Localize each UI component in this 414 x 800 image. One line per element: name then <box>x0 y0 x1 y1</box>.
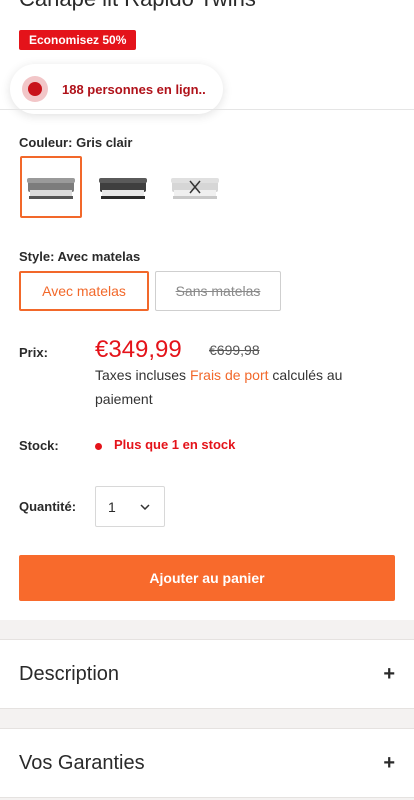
stock-label: Stock: <box>19 438 59 453</box>
current-price: €349,99 <box>95 336 182 363</box>
tax-text-before: Taxes incluses <box>95 367 190 383</box>
swatch-gris-fonce[interactable] <box>92 156 154 218</box>
tax-info: Taxes incluses Frais de port calculés au… <box>95 363 395 411</box>
sofa-dark-icon <box>99 178 147 199</box>
shipping-link[interactable]: Frais de port <box>190 367 269 383</box>
add-to-cart-button[interactable]: Ajouter au panier <box>19 555 395 601</box>
plus-icon: + <box>383 751 395 774</box>
color-selected-value: Gris clair <box>76 135 133 150</box>
accordion-guarantees-title: Vos Garanties <box>19 751 145 774</box>
product-title: Canapé lit Rapido Twins <box>19 0 409 12</box>
live-dot-icon <box>22 76 48 102</box>
price-label: Prix: <box>19 345 48 360</box>
sofa-light-icon <box>27 178 75 199</box>
swatch-gris-clair[interactable] <box>20 156 82 218</box>
style-label-text: Style: <box>19 249 55 264</box>
style-selected-value: Avec matelas <box>57 249 141 264</box>
accordion-guarantees[interactable]: Vos Garanties + <box>0 728 414 798</box>
stock-dot-icon <box>95 443 102 450</box>
stock-status: Plus que 1 en stock <box>114 437 236 452</box>
plus-icon: + <box>383 662 395 685</box>
online-viewers-text: 188 personnes en lign.. <box>62 81 206 97</box>
divider <box>0 109 414 110</box>
original-price: €699,98 <box>209 342 260 358</box>
swatch-unavailable[interactable] <box>164 156 226 218</box>
accordion-description-title: Description <box>19 662 120 685</box>
sofa-unavailable-icon <box>171 178 219 199</box>
quantity-value: 1 <box>108 498 116 515</box>
online-viewers-pill: 188 personnes en lign.. <box>10 64 223 114</box>
quantity-label: Quantité: <box>19 499 77 514</box>
color-label: Couleur: Gris clair <box>19 135 132 150</box>
quantity-select[interactable]: 1 <box>95 486 165 527</box>
chevron-down-icon <box>140 503 150 510</box>
color-label-text: Couleur: <box>19 135 73 150</box>
style-label: Style: Avec matelas <box>19 249 140 264</box>
style-option-avec-matelas[interactable]: Avec matelas <box>19 271 149 311</box>
accordion-description[interactable]: Description + <box>0 639 414 709</box>
style-option-sans-matelas[interactable]: Sans matelas <box>155 271 281 311</box>
discount-badge: Economisez 50% <box>19 30 137 50</box>
